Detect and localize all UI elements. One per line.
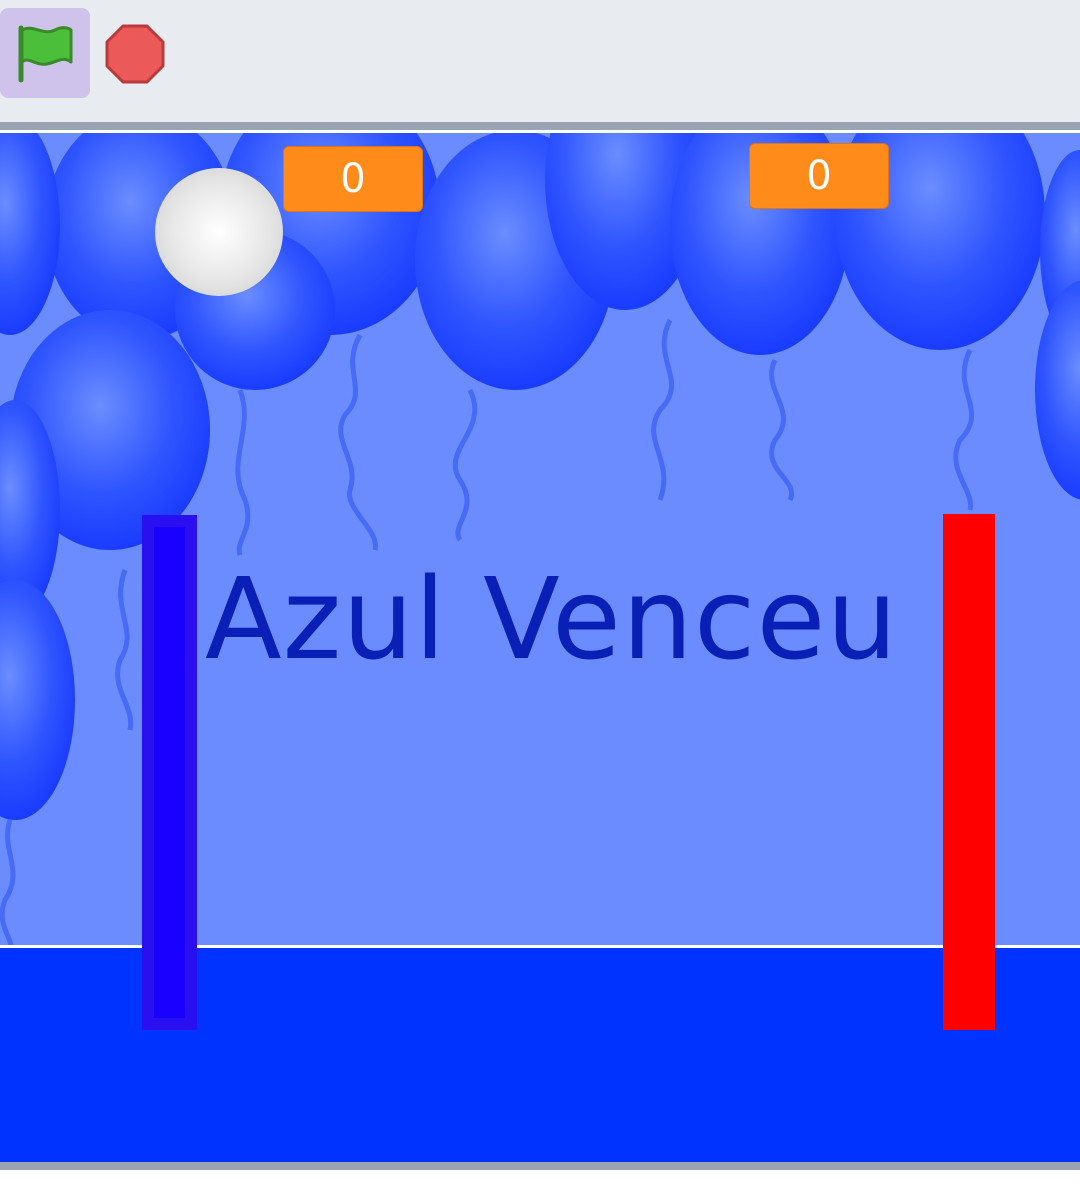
green-flag-icon	[18, 25, 73, 83]
stage-border	[0, 122, 1080, 130]
red-paddle-sprite[interactable]	[943, 514, 995, 1030]
stage-top-edge	[0, 130, 1080, 133]
blue-score-display: 0	[283, 146, 423, 212]
ball-sprite[interactable]	[155, 168, 283, 296]
toolbar	[0, 0, 1080, 122]
red-score-display: 0	[749, 143, 889, 209]
stage-border-bottom	[0, 1162, 1080, 1170]
stop-button[interactable]	[103, 22, 167, 86]
winner-message: Azul Venceu	[205, 555, 899, 685]
game-stage[interactable]: 0 0 Azul Venceu	[0, 130, 1080, 1162]
blue-paddle-sprite[interactable]	[142, 515, 197, 1030]
green-flag-button[interactable]	[0, 8, 90, 98]
stop-icon	[105, 24, 165, 84]
